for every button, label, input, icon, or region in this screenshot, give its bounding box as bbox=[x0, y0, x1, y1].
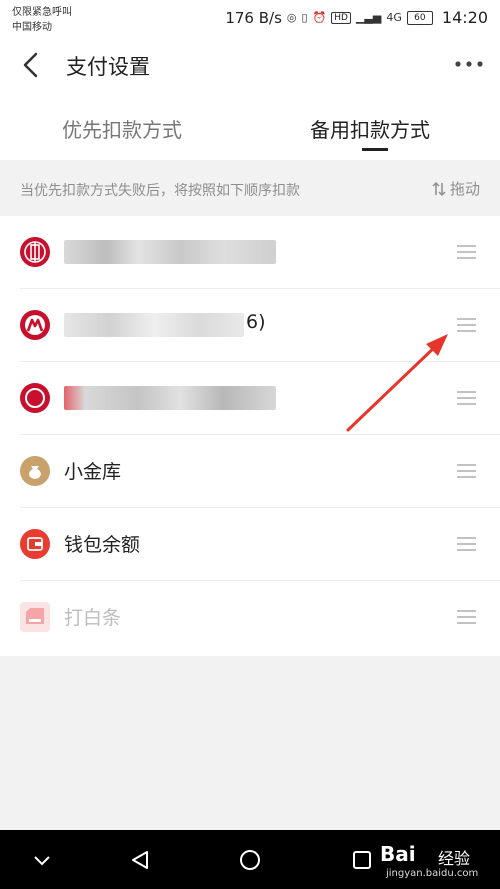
payment-method-list: 6) 小金库 钱包余额 打白条 bbox=[0, 216, 500, 656]
money-bag-icon bbox=[20, 456, 50, 486]
payment-row-xiaojinku[interactable]: 小金库 bbox=[0, 435, 500, 508]
account-suffix: 6) bbox=[246, 311, 266, 333]
payment-label: 小金库 bbox=[64, 461, 122, 483]
system-nav-bar: Bai 经验 jingyan.baidu.com bbox=[0, 830, 500, 889]
signal-icon: ▁▃▅ bbox=[355, 11, 382, 24]
tab-bar: 优先扣款方式 备用扣款方式 bbox=[0, 96, 500, 160]
bank-card-icon bbox=[20, 383, 50, 413]
recent-apps-icon[interactable] bbox=[350, 848, 374, 872]
tab-backup-payment[interactable]: 备用扣款方式 bbox=[310, 114, 430, 143]
battery-icon: 60 bbox=[406, 10, 433, 25]
page-title: 支付设置 bbox=[66, 55, 150, 79]
active-tab-indicator bbox=[362, 148, 388, 151]
sort-arrows-icon bbox=[432, 181, 446, 196]
vibrate-icon: ▯ bbox=[301, 11, 308, 24]
carrier-emergency: 仅限紧急呼叫 bbox=[12, 7, 72, 18]
more-horizontal-icon[interactable] bbox=[452, 54, 486, 74]
drag-handle-icon[interactable] bbox=[457, 391, 476, 405]
drag-handle-icon[interactable] bbox=[457, 610, 476, 624]
baidu-watermark-url: jingyan.baidu.com bbox=[386, 868, 479, 879]
payment-row-bank[interactable] bbox=[0, 362, 500, 435]
status-icons: 176 B/s ◎ ▯ ⏰ HD ▁▃▅ 4G 60 14:20 bbox=[225, 8, 488, 27]
payment-row-cmb[interactable]: 6) bbox=[0, 289, 500, 362]
payment-label: 钱包余额 bbox=[64, 534, 141, 556]
baitiao-icon bbox=[20, 602, 50, 632]
chevron-down-icon[interactable] bbox=[30, 848, 54, 872]
carrier-name: 中国移动 bbox=[12, 22, 52, 33]
hotspot-icon: ◎ bbox=[286, 11, 297, 24]
baidu-watermark-logo: Bai bbox=[380, 842, 416, 866]
drag-handle-icon[interactable] bbox=[457, 318, 476, 332]
home-circle-icon[interactable] bbox=[238, 848, 262, 872]
app-header: 支付设置 bbox=[0, 34, 500, 96]
network-type: 4G bbox=[386, 11, 402, 24]
drag-handle-icon[interactable] bbox=[457, 245, 476, 259]
tab-priority-payment[interactable]: 优先扣款方式 bbox=[62, 114, 182, 143]
drag-label: 拖动 bbox=[449, 180, 480, 198]
cmb-bank-icon bbox=[20, 310, 50, 340]
hd-badge: HD bbox=[331, 11, 351, 24]
order-hint-text: 当优先扣款方式失败后，将按照如下顺序扣款 bbox=[20, 183, 300, 199]
chevron-left-icon[interactable] bbox=[18, 48, 48, 82]
obscured-account-name bbox=[64, 313, 244, 337]
network-speed: 176 B/s bbox=[225, 8, 282, 27]
status-bar: 仅限紧急呼叫 中国移动 176 B/s ◎ ▯ ⏰ HD ▁▃▅ 4G 60 1… bbox=[0, 0, 500, 34]
drag-sort-button[interactable]: 拖动 bbox=[432, 178, 480, 199]
back-triangle-icon[interactable] bbox=[128, 848, 152, 872]
baidu-watermark-jing: 经验 bbox=[438, 849, 471, 868]
payment-row-wallet[interactable]: 钱包余额 bbox=[0, 508, 500, 581]
obscured-account-name bbox=[64, 386, 276, 410]
payment-row-baitiao[interactable]: 打白条 bbox=[0, 581, 500, 654]
clock: 14:20 bbox=[441, 8, 488, 27]
alarm-icon: ⏰ bbox=[312, 11, 327, 24]
payment-label: 打白条 bbox=[64, 607, 122, 629]
obscured-account-name bbox=[64, 240, 276, 264]
citic-bank-icon bbox=[20, 237, 50, 267]
wallet-icon bbox=[20, 529, 50, 559]
drag-handle-icon[interactable] bbox=[457, 464, 476, 478]
drag-handle-icon[interactable] bbox=[457, 537, 476, 551]
payment-row-citic[interactable] bbox=[0, 216, 500, 289]
order-hint-bar: 当优先扣款方式失败后，将按照如下顺序扣款 拖动 bbox=[0, 160, 500, 216]
